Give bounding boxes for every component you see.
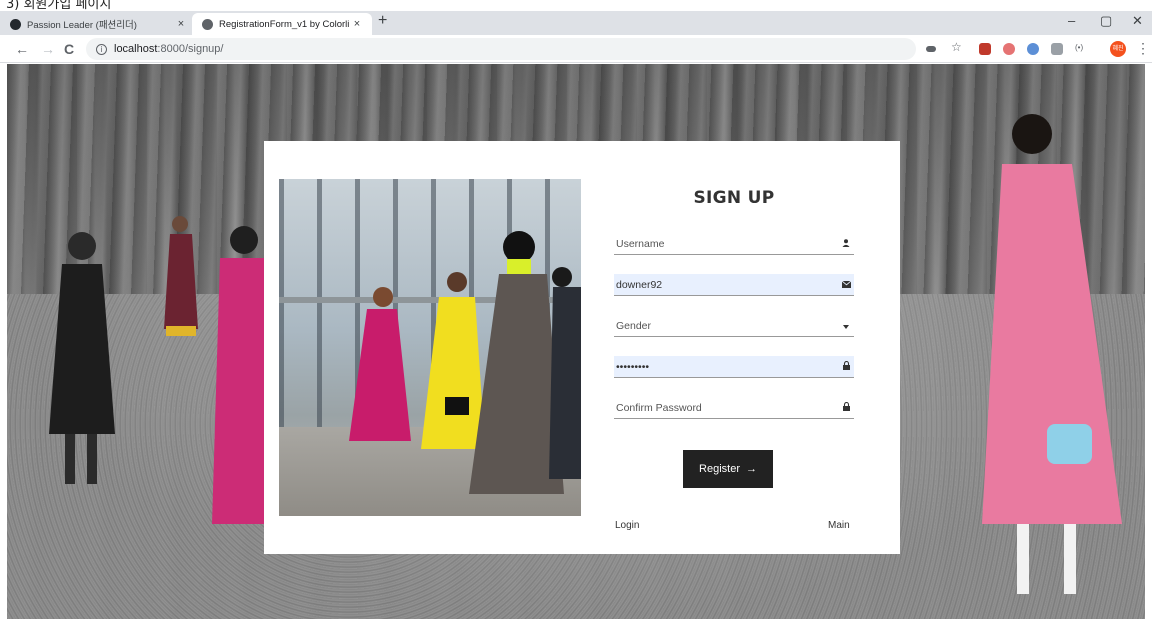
globe-icon — [202, 18, 213, 30]
tab-label: RegistrationForm_v1 by Colorlib — [219, 18, 350, 30]
page-caption: 3) 회원가입 페이지 — [0, 0, 1152, 11]
key-icon[interactable] — [926, 46, 936, 52]
signup-title: SIGN UP — [693, 188, 775, 208]
info-icon[interactable]: i — [96, 43, 107, 55]
extension-icon[interactable] — [1027, 43, 1039, 55]
password-input[interactable] — [614, 356, 839, 377]
tab-close-icon[interactable]: × — [174, 18, 188, 30]
lock-icon — [839, 360, 853, 372]
github-icon — [10, 18, 21, 30]
more-menu-icon[interactable]: ⋮ — [1136, 40, 1150, 57]
browser-tabstrip: Passion Leader (패션리더) × RegistrationForm… — [0, 11, 1152, 35]
arrow-right-icon: → — [745, 463, 757, 475]
close-window-button[interactable]: ✕ — [1132, 13, 1143, 29]
confirm-password-field-row — [614, 397, 854, 419]
username-field-row — [614, 233, 854, 255]
back-button[interactable]: ← — [15, 40, 29, 58]
username-input[interactable] — [614, 233, 839, 254]
gender-select[interactable] — [614, 315, 839, 336]
url-path: :8000/signup/ — [157, 43, 224, 55]
register-label: Register — [699, 463, 740, 475]
confirm-password-input[interactable] — [614, 397, 839, 418]
email-input[interactable] — [614, 274, 839, 295]
reload-button[interactable]: C — [64, 40, 74, 58]
browser-toolbar: ← → C i localhost :8000/signup/ ☆ (•) 혜진… — [0, 35, 1152, 63]
fashion-runway-photo — [279, 179, 581, 516]
address-bar[interactable]: i localhost :8000/signup/ — [86, 38, 916, 60]
star-icon[interactable]: ☆ — [951, 40, 963, 54]
caption-text: 3) 회원가입 페이지 — [6, 0, 112, 11]
url-host: localhost — [114, 43, 158, 55]
camera-icon[interactable] — [1051, 43, 1063, 55]
extension-icon[interactable] — [1003, 43, 1015, 55]
extension-icon[interactable]: (•) — [1075, 43, 1087, 55]
tab-close-icon[interactable]: × — [350, 18, 364, 30]
pdf-extension-icon[interactable] — [979, 43, 991, 55]
lock-icon — [839, 401, 853, 413]
tab-label: Passion Leader (패션리더) — [27, 20, 137, 31]
maximize-button[interactable]: ▢ — [1100, 13, 1112, 29]
tab-passion-leader[interactable]: Passion Leader (패션리더) × — [0, 13, 196, 35]
runway-models-illustration — [349, 231, 581, 494]
forward-button[interactable]: → — [41, 40, 55, 58]
envelope-icon — [839, 280, 853, 290]
main-link[interactable]: Main — [828, 520, 850, 531]
user-icon — [839, 238, 853, 249]
tab-registration-form[interactable]: RegistrationForm_v1 by Colorlib × — [192, 13, 372, 35]
gender-field-row[interactable] — [614, 315, 854, 337]
register-button[interactable]: Register → — [683, 450, 773, 488]
profile-avatar[interactable]: 혜진 — [1110, 41, 1126, 57]
minimize-button[interactable]: – — [1068, 13, 1075, 29]
password-field-row — [614, 356, 854, 378]
login-link[interactable]: Login — [615, 520, 639, 531]
background-model-pink-dress — [982, 114, 1122, 594]
email-field-row — [614, 274, 854, 296]
new-tab-button[interactable]: + — [378, 13, 387, 29]
chevron-down-icon[interactable] — [839, 321, 853, 331]
